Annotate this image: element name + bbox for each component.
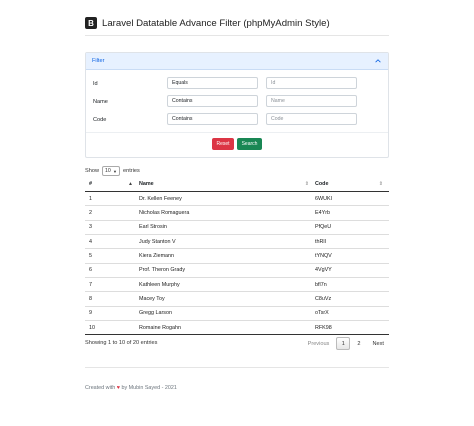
- page-length-value: 10: [105, 168, 111, 174]
- id-operator-select[interactable]: Equals: [167, 77, 258, 89]
- filter-panel-header[interactable]: Filter: [86, 53, 388, 70]
- cell-code: bfl7n: [315, 277, 389, 293]
- filter-label-id: Id: [93, 81, 98, 87]
- cell-name: Dr. Kellen Feeney: [139, 191, 315, 207]
- filter-panel: Filter Id Equals Id Name Contains Name C…: [85, 52, 389, 158]
- show-label: Show: [85, 168, 99, 174]
- cell-id: 8: [85, 291, 139, 307]
- table-row: 3 Earl Strosin PfQeU: [85, 220, 389, 236]
- cell-code: 4VgVY: [315, 263, 389, 279]
- sort-asc-icon: ▲: [128, 181, 133, 187]
- pagination: Previous 1 2 Next: [301, 337, 389, 350]
- name-operator-select[interactable]: Contains: [167, 95, 258, 107]
- table-info: Showing 1 to 10 of 20 entries: [85, 340, 158, 346]
- page-length-control: Show 10 ▼ entries: [85, 166, 140, 176]
- entries-label: entries: [123, 168, 140, 174]
- filter-label-code: Code: [93, 117, 107, 123]
- table-row: 6 Prof. Theron Grady 4VgVY: [85, 263, 389, 279]
- cell-id: 1: [85, 191, 139, 207]
- cell-name: Earl Strosin: [139, 220, 315, 236]
- cell-id: 9: [85, 306, 139, 322]
- filter-label-name: Name: [93, 99, 108, 105]
- footer: Created with ♥ by Mubin Sayed - 2021: [85, 385, 177, 391]
- cell-name: Kiera Ziemann: [139, 248, 315, 264]
- cell-id: 4: [85, 234, 139, 250]
- page-header: B Laravel Datatable Advance Filter (phpM…: [85, 17, 330, 29]
- page-button-2[interactable]: 2: [352, 337, 365, 350]
- table-header-row: # ▲ Name ⇕ Code ⇕: [85, 177, 389, 192]
- cell-id: 5: [85, 248, 139, 264]
- code-operator-select[interactable]: Contains: [167, 113, 258, 125]
- cell-name: Judy Stanton V: [139, 234, 315, 250]
- footer-prefix: Created with: [85, 385, 116, 391]
- cell-name: Romaine Rogahn: [139, 320, 315, 336]
- page-button-1[interactable]: 1: [336, 337, 351, 350]
- cell-id: 3: [85, 220, 139, 236]
- id-value-input[interactable]: Id: [266, 77, 357, 89]
- cell-id: 6: [85, 263, 139, 279]
- table-row: 5 Kiera Ziemann tYNQV: [85, 248, 389, 264]
- reset-button[interactable]: Reset: [212, 138, 234, 150]
- table-row: 1 Dr. Kellen Feeney 6WUKI: [85, 191, 389, 207]
- heart-icon: ♥: [116, 385, 120, 391]
- cell-code: oTsrX: [315, 306, 389, 322]
- cell-code: tYNQV: [315, 248, 389, 264]
- filter-divider: [86, 132, 388, 133]
- sort-icon: ⇕: [378, 181, 383, 187]
- table-row: 9 Gregg Larson oTsrX: [85, 306, 389, 322]
- table-row: 2 Nicholas Romaguera E4Yrb: [85, 205, 389, 221]
- chevron-down-icon: ▼: [113, 168, 117, 174]
- header-divider: [85, 35, 389, 36]
- cell-code: thRlI: [315, 234, 389, 250]
- footer-divider: [85, 367, 389, 368]
- sort-icon: ⇕: [304, 181, 309, 187]
- cell-name: Kathleen Murphy: [139, 277, 315, 293]
- cell-id: 10: [85, 320, 139, 336]
- chevron-up-icon[interactable]: [374, 57, 382, 65]
- table-row: 7 Kathleen Murphy bfl7n: [85, 277, 389, 293]
- column-header-code[interactable]: Code ⇕: [315, 177, 389, 192]
- cell-code: E4Yrb: [315, 205, 389, 221]
- cell-name: Nicholas Romaguera: [139, 205, 315, 221]
- cell-code: RFK98: [315, 320, 389, 336]
- footer-credit: by Mubin Sayed - 2021: [121, 385, 177, 391]
- cell-code: C8uVz: [315, 291, 389, 307]
- cell-code: PfQeU: [315, 220, 389, 236]
- name-value-input[interactable]: Name: [266, 95, 357, 107]
- filter-title: Filter: [92, 58, 105, 64]
- cell-id: 2: [85, 205, 139, 221]
- cell-name: Gregg Larson: [139, 306, 315, 322]
- column-header-id[interactable]: # ▲: [85, 177, 139, 192]
- cell-name: Macey Toy: [139, 291, 315, 307]
- page-length-select[interactable]: 10 ▼: [102, 166, 120, 176]
- table-row: 4 Judy Stanton VthRlI: [85, 234, 389, 250]
- cell-code: 6WUKI: [315, 191, 389, 207]
- next-page-button[interactable]: Next: [367, 337, 389, 350]
- table-row: 10 Romaine Rogahn RFK98: [85, 320, 389, 336]
- previous-page-button[interactable]: Previous: [303, 337, 335, 350]
- code-value-input[interactable]: Code: [266, 113, 357, 125]
- search-button[interactable]: Search: [237, 138, 262, 150]
- bootstrap-logo-icon: B: [85, 17, 97, 29]
- cell-name: Prof. Theron Grady: [139, 263, 315, 279]
- cell-id: 7: [85, 277, 139, 293]
- table-row: 8 Macey Toy C8uVz: [85, 291, 389, 307]
- page-title: Laravel Datatable Advance Filter (phpMyA…: [102, 17, 330, 29]
- column-header-name[interactable]: Name ⇕: [139, 177, 315, 192]
- data-table: # ▲ Name ⇕ Code ⇕ 1 Dr. Kellen Feeney 6WUKI 2…: [85, 177, 389, 336]
